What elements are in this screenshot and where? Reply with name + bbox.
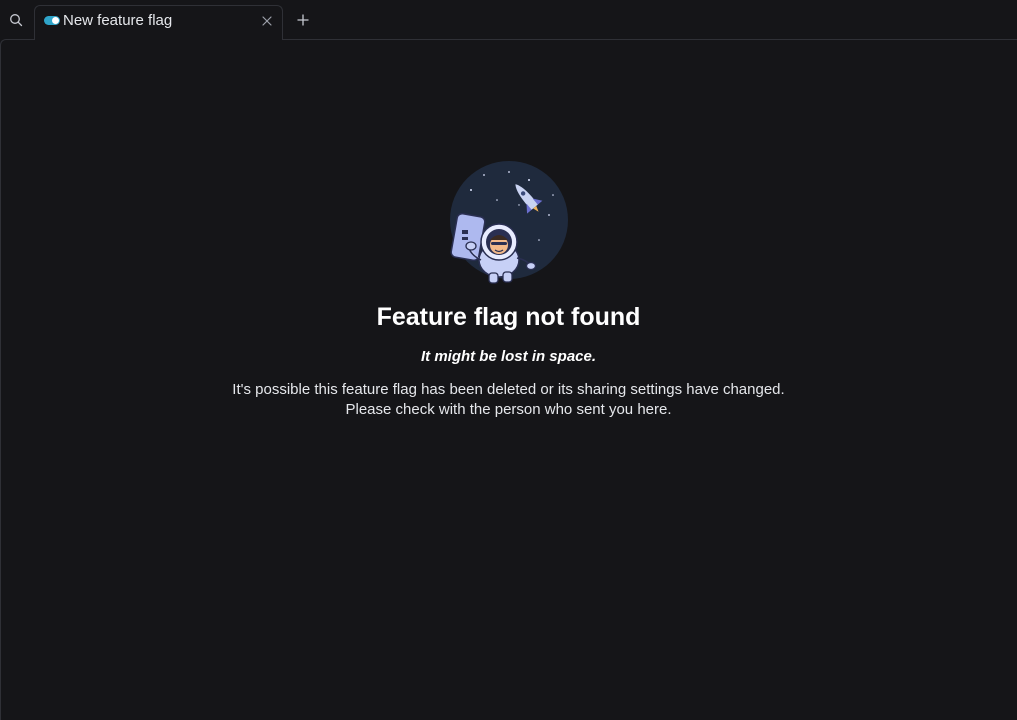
new-tab-button[interactable] <box>294 11 312 29</box>
search-button[interactable] <box>4 8 28 32</box>
description-line: Please check with the person who sent yo… <box>345 401 672 418</box>
close-icon <box>262 16 272 26</box>
tab-new-feature-flag[interactable]: New feature flag <box>34 5 283 40</box>
tab-title: New feature flag <box>63 12 173 29</box>
search-icon <box>10 14 23 27</box>
tab-close-button[interactable] <box>260 14 274 28</box>
plus-icon <box>297 14 309 26</box>
not-found-subtitle: It might be lost in space. <box>420 348 597 365</box>
description-line: It's possible this feature flag has been… <box>232 381 785 398</box>
not-found-description: It's possible this feature flag has been… <box>0 380 1017 420</box>
not-found-title: Feature flag not found <box>376 303 641 331</box>
astronaut-in-space-illustration <box>450 161 568 284</box>
feature-flag-toggle-icon <box>44 16 60 25</box>
tab-bar: New feature flag <box>0 0 1017 40</box>
